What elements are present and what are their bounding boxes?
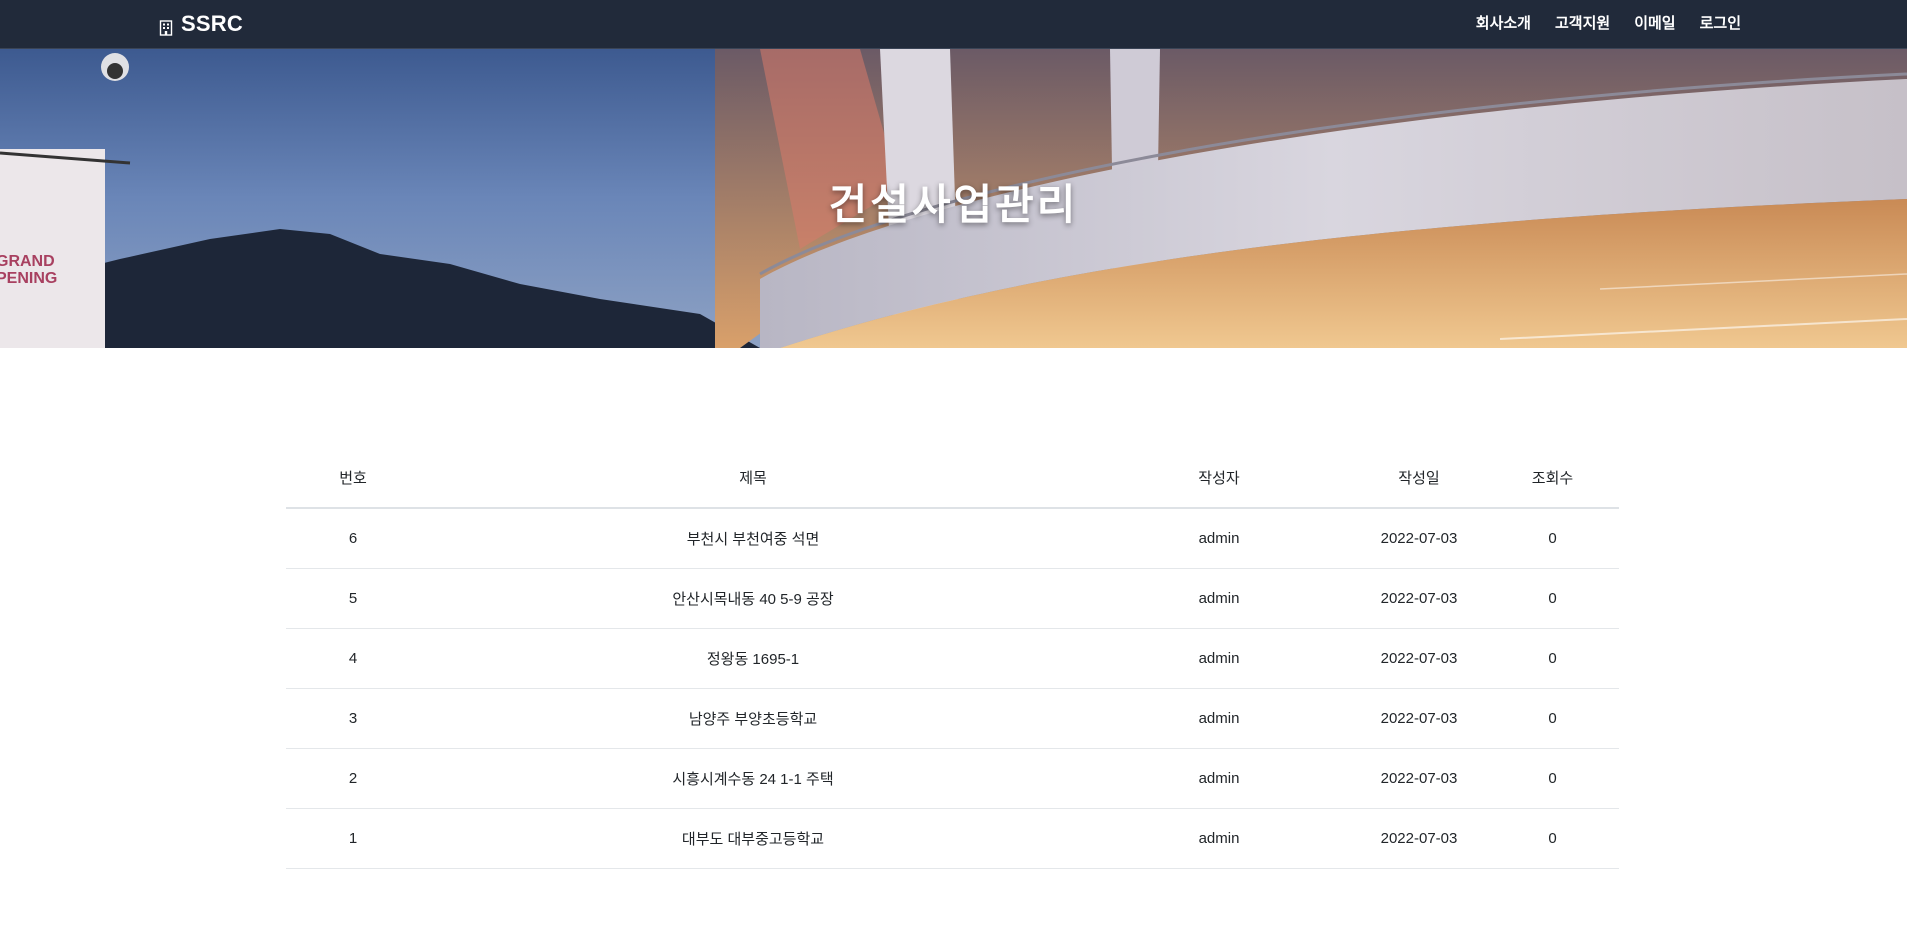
row-views: 0 — [1486, 688, 1619, 749]
row-views: 0 — [1486, 808, 1619, 869]
row-author: admin — [1086, 808, 1352, 869]
nav-link-about[interactable]: 회사소개 — [1476, 12, 1531, 33]
row-views: 0 — [1486, 508, 1619, 569]
row-date: 2022-07-03 — [1352, 568, 1486, 629]
row-number: 4 — [286, 628, 420, 689]
header-views: 조회수 — [1486, 448, 1619, 509]
row-title-link[interactable]: 남양주 부양초등학교 — [420, 688, 1086, 749]
row-number: 6 — [286, 508, 420, 569]
row-title-link[interactable]: 부천시 부천여중 석면 — [420, 508, 1086, 569]
svg-text:PENING: PENING — [0, 270, 57, 287]
row-number: 3 — [286, 688, 420, 749]
board-table: 번호 제목 작성자 작성일 조회수 6 부천시 부천여중 석면 admin 20… — [286, 448, 1619, 869]
table-header-row: 번호 제목 작성자 작성일 조회수 — [286, 448, 1619, 509]
svg-text:GRAND: GRAND — [0, 253, 55, 270]
row-views: 0 — [1486, 628, 1619, 689]
top-navbar: SSRC 회사소개 고객지원 이메일 로그인 — [0, 0, 1907, 49]
nav-links: 회사소개 고객지원 이메일 로그인 — [1476, 0, 1741, 44]
table-row[interactable]: 5 안산시목내동 40 5-9 공장 admin 2022-07-03 0 — [286, 568, 1619, 629]
row-author: admin — [1086, 568, 1352, 629]
hero-banner: GRAND PENING 건설사업관리 — [0, 49, 1907, 348]
brand-logo-link[interactable]: SSRC — [159, 10, 243, 38]
row-number: 5 — [286, 568, 420, 629]
row-date: 2022-07-03 — [1352, 508, 1486, 569]
row-views: 0 — [1486, 748, 1619, 809]
board-section: 번호 제목 작성자 작성일 조회수 6 부천시 부천여중 석면 admin 20… — [286, 448, 1619, 869]
brand-name: SSRC — [181, 11, 243, 36]
building-icon — [159, 16, 173, 36]
table-row[interactable]: 4 정왕동 1695-1 admin 2022-07-03 0 — [286, 628, 1619, 689]
row-author: admin — [1086, 748, 1352, 809]
row-author: admin — [1086, 688, 1352, 749]
header-title: 제목 — [420, 448, 1086, 509]
row-title-link[interactable]: 시흥시계수동 24 1-1 주택 — [420, 748, 1086, 809]
row-title-link[interactable]: 안산시목내동 40 5-9 공장 — [420, 568, 1086, 629]
nav-link-login[interactable]: 로그인 — [1700, 12, 1741, 33]
nav-link-support[interactable]: 고객지원 — [1555, 12, 1610, 33]
row-date: 2022-07-03 — [1352, 808, 1486, 869]
table-row[interactable]: 1 대부도 대부중고등학교 admin 2022-07-03 0 — [286, 808, 1619, 869]
row-title-link[interactable]: 대부도 대부중고등학교 — [420, 808, 1086, 869]
row-date: 2022-07-03 — [1352, 688, 1486, 749]
row-title-link[interactable]: 정왕동 1695-1 — [420, 628, 1086, 689]
header-author: 작성자 — [1086, 448, 1352, 509]
header-number: 번호 — [286, 448, 420, 509]
row-views: 0 — [1486, 568, 1619, 629]
header-date: 작성일 — [1352, 448, 1486, 509]
row-date: 2022-07-03 — [1352, 628, 1486, 689]
table-row[interactable]: 2 시흥시계수동 24 1-1 주택 admin 2022-07-03 0 — [286, 748, 1619, 809]
row-number: 2 — [286, 748, 420, 809]
nav-link-email[interactable]: 이메일 — [1634, 12, 1675, 33]
row-number: 1 — [286, 808, 420, 869]
table-row[interactable]: 6 부천시 부천여중 석면 admin 2022-07-03 0 — [286, 508, 1619, 569]
row-date: 2022-07-03 — [1352, 748, 1486, 809]
row-author: admin — [1086, 508, 1352, 569]
table-row[interactable]: 3 남양주 부양초등학교 admin 2022-07-03 0 — [286, 688, 1619, 749]
page-title: 건설사업관리 — [828, 181, 1079, 228]
row-author: admin — [1086, 628, 1352, 689]
